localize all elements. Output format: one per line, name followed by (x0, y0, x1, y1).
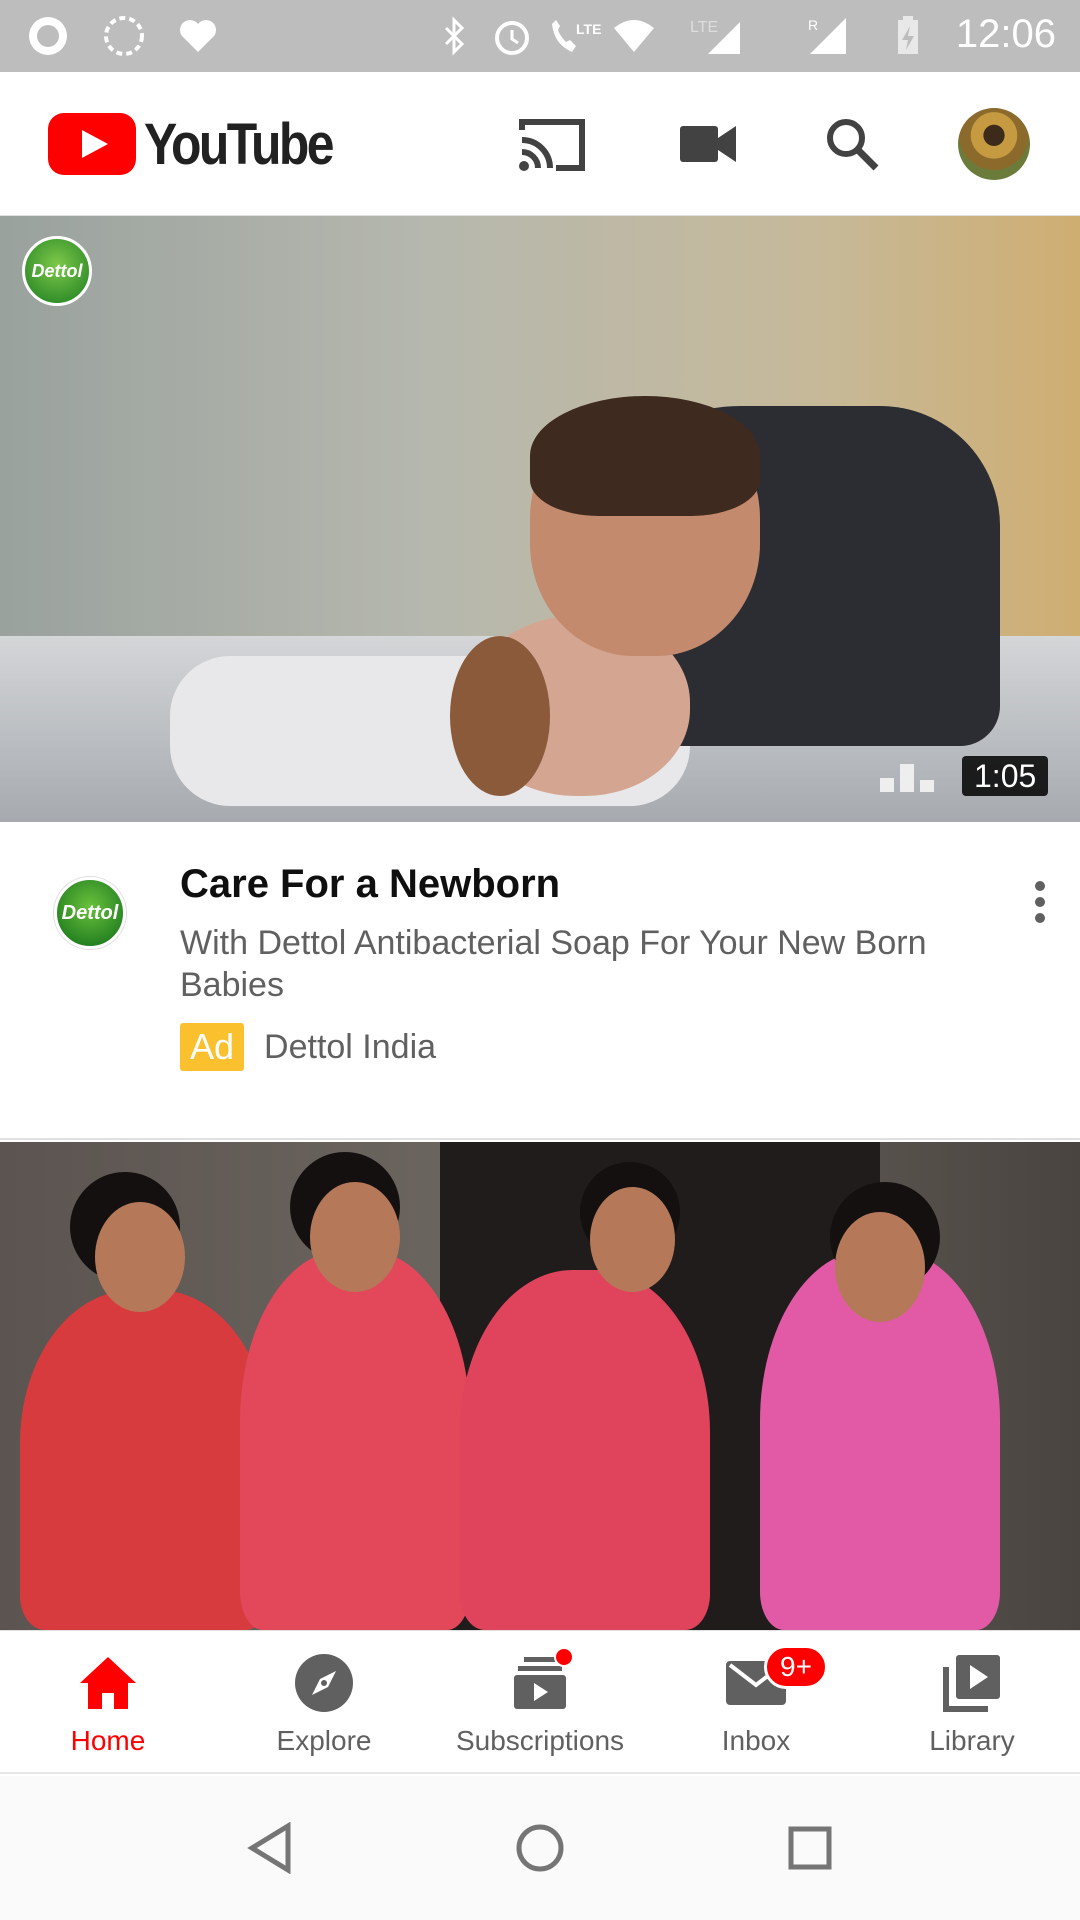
channel-avatar[interactable]: Dettol (54, 877, 126, 949)
nav-label: Inbox (721, 1725, 791, 1756)
ad-badge: Ad (180, 1023, 245, 1071)
nav-label: Explore (276, 1725, 372, 1756)
youtube-logo[interactable]: YouTube (48, 111, 362, 177)
sync-icon (104, 16, 144, 56)
upload-button[interactable] (672, 108, 744, 180)
library-icon (940, 1651, 1004, 1715)
svg-text:LTE: LTE (576, 21, 601, 37)
alarm-icon (495, 21, 529, 55)
status-bar: LTE LTE R 12:06 (0, 0, 1080, 72)
inbox-count-badge: 9+ (764, 1645, 828, 1689)
search-icon (827, 119, 879, 171)
more-vert-icon (1035, 881, 1045, 923)
nav-label: Home (70, 1725, 146, 1756)
home-icon (76, 1651, 140, 1715)
ad-info-row: Ad Dettol India (180, 1022, 436, 1072)
search-button[interactable] (816, 108, 888, 180)
clock: 12:06 (955, 12, 1056, 56)
battery-charging-icon (898, 16, 918, 54)
nav-subscriptions[interactable]: Subscriptions (432, 1631, 648, 1772)
channel-name[interactable]: Dettol India (264, 1028, 436, 1067)
signal-icon: LTE (690, 19, 740, 54)
bottom-navigation: Home Explore Subscriptions 9+ Inbox Libr… (0, 1630, 1080, 1774)
signal-bars-icon (880, 764, 934, 792)
home-system-button[interactable] (508, 1816, 572, 1880)
back-icon (247, 1822, 291, 1874)
video-thumbnail[interactable] (0, 216, 1080, 822)
back-button[interactable] (238, 1816, 302, 1880)
video-duration: 1:05 (962, 756, 1049, 796)
nav-explore[interactable]: Explore (216, 1631, 432, 1772)
recents-square-icon (788, 1826, 832, 1870)
more-options-button[interactable] (1010, 872, 1070, 932)
subscriptions-icon (508, 1647, 574, 1715)
bluetooth-icon (444, 16, 465, 56)
video-info: Dettol Care For a Newborn With Dettol An… (0, 822, 1080, 1140)
svg-text:R: R (808, 17, 818, 33)
system-navigation-bar (0, 1776, 1080, 1920)
nav-label: Library (929, 1725, 1015, 1756)
inbox-icon: 9+ (724, 1645, 828, 1715)
wifi-icon (614, 20, 654, 52)
video-description: With Dettol Antibacterial Soap For Your … (180, 924, 927, 1004)
svg-text:LTE: LTE (690, 19, 718, 36)
account-avatar[interactable] (958, 108, 1030, 180)
nav-home[interactable]: Home (0, 1631, 216, 1772)
app-header: YouTube (0, 72, 1080, 216)
recents-button[interactable] (778, 1816, 842, 1880)
signal-roaming-icon: R (808, 17, 846, 54)
nav-library[interactable]: Library (864, 1631, 1080, 1772)
explore-icon (292, 1651, 356, 1715)
video-thumbnail[interactable] (0, 1142, 1080, 1630)
video-camera-icon (680, 126, 736, 162)
cast-icon (519, 119, 585, 171)
app-icon (29, 17, 67, 55)
health-icon (180, 20, 216, 52)
cast-button[interactable] (516, 108, 588, 180)
logo-text: YouTube (144, 111, 334, 177)
notification-dot (554, 1647, 574, 1667)
home-circle-icon (516, 1824, 564, 1872)
dettol-logo-badge: Dettol (22, 236, 92, 306)
youtube-play-icon (48, 113, 136, 175)
nav-label: Subscriptions (455, 1725, 625, 1756)
nav-inbox[interactable]: 9+ Inbox (648, 1631, 864, 1772)
lte-call-icon: LTE (552, 20, 601, 52)
video-title[interactable]: Care For a Newborn (180, 862, 560, 907)
